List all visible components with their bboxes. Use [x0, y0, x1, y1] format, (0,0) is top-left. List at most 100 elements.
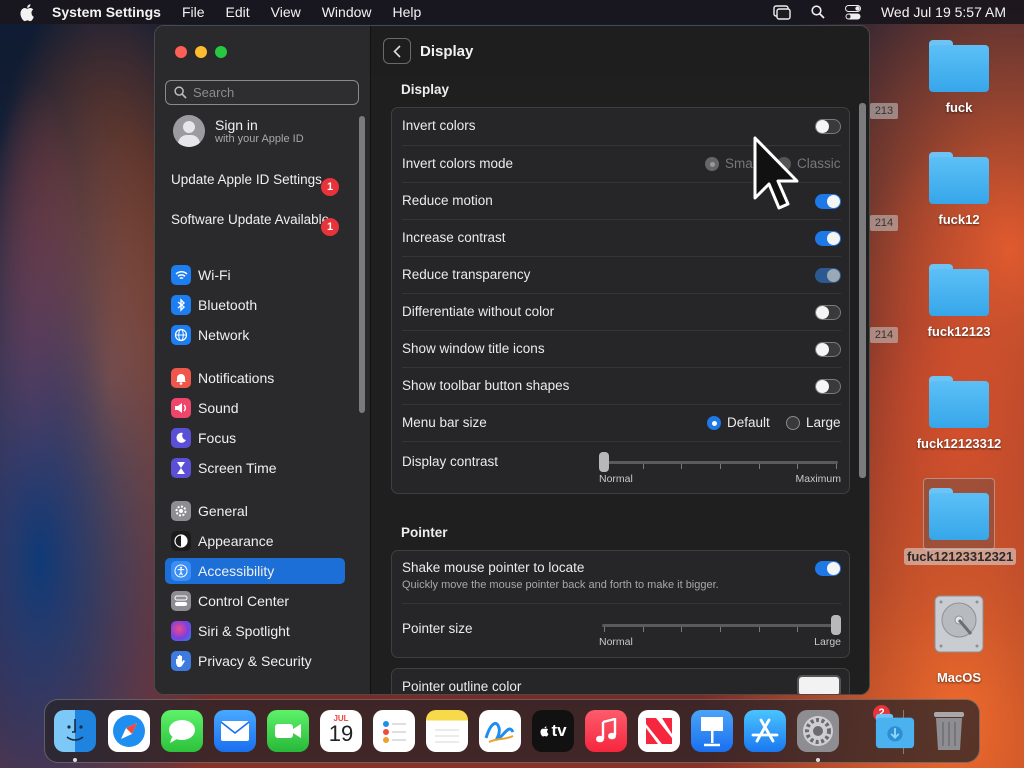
- show-window-title-icons-toggle[interactable]: [815, 342, 841, 357]
- background-window-number: 214: [870, 327, 898, 343]
- row-label: Show window title icons: [402, 341, 545, 356]
- dock-messages[interactable]: [161, 710, 203, 752]
- dock-facetime[interactable]: [267, 710, 309, 752]
- display-contrast-slider[interactable]: Normal Maximum: [599, 450, 841, 486]
- differentiate-without-color-toggle[interactable]: [815, 305, 841, 320]
- hand-icon: [171, 651, 191, 671]
- dock-notes[interactable]: [426, 710, 468, 752]
- menu-help[interactable]: Help: [393, 4, 422, 20]
- dock-news[interactable]: [638, 710, 680, 752]
- menu-file[interactable]: File: [182, 4, 205, 20]
- notes-icon: [435, 729, 459, 743]
- desktop-drive-macos[interactable]: MacOS: [904, 594, 1014, 685]
- sidebar-item-siri-spotlight[interactable]: Siri & Spotlight: [165, 618, 345, 644]
- slider-tick: [604, 627, 605, 632]
- apple-logo-icon[interactable]: [18, 2, 38, 22]
- desktop-folder-fuck12123[interactable]: fuck12123: [904, 264, 1014, 339]
- apple-id-signin[interactable]: Sign in with your Apple ID: [173, 115, 304, 147]
- minimize-window-button[interactable]: [195, 46, 207, 58]
- pointer-outline-color-well[interactable]: [797, 675, 841, 694]
- sidebar-item-general[interactable]: General: [165, 498, 345, 524]
- sidebar: Search Sign in with your Apple ID Update…: [155, 26, 371, 694]
- trash-icon: [934, 712, 964, 750]
- freeform-icon: [484, 721, 515, 743]
- increase-contrast-toggle[interactable]: [815, 231, 841, 246]
- spotlight-search-icon[interactable]: [811, 5, 825, 19]
- menu-clock[interactable]: Wed Jul 19 5:57 AM: [881, 4, 1006, 20]
- slider-thumb[interactable]: [831, 615, 841, 635]
- menu-app-name[interactable]: System Settings: [52, 4, 161, 20]
- dock-tv[interactable]: tv: [532, 710, 574, 752]
- close-window-button[interactable]: [175, 46, 187, 58]
- dock-reminders[interactable]: [373, 710, 415, 752]
- screen-mirroring-icon[interactable]: [773, 4, 791, 20]
- sidebar-item-control-center[interactable]: Control Center: [165, 588, 345, 614]
- zoom-window-button[interactable]: [215, 46, 227, 58]
- slider-min-label: Normal: [599, 636, 633, 648]
- row-show-window-title-icons: Show window title icons: [402, 330, 841, 367]
- content-scrollbar[interactable]: [859, 103, 866, 478]
- desktop-folder-fuck12123312321[interactable]: fuck12123312321: [904, 488, 1017, 566]
- reduce-motion-toggle[interactable]: [815, 194, 841, 209]
- invert-colors-toggle[interactable]: [815, 119, 841, 134]
- sidebar-item-sound[interactable]: Sound: [165, 395, 345, 421]
- dock-music[interactable]: [585, 710, 627, 752]
- sidebar-item-label: Siri & Spotlight: [198, 623, 290, 639]
- gear-icon: [171, 501, 191, 521]
- search-input[interactable]: Search: [165, 80, 359, 105]
- dock-trash[interactable]: [928, 710, 970, 752]
- speaker-icon: [171, 398, 191, 418]
- background-window-number: 214: [870, 215, 898, 231]
- sidebar-item-network[interactable]: Network: [165, 322, 345, 348]
- control-center-icon[interactable]: [844, 4, 861, 20]
- dock-system-settings[interactable]: [797, 710, 839, 752]
- sidebar-item-focus[interactable]: Focus: [165, 425, 345, 451]
- slider-tick: [720, 464, 721, 469]
- avatar: [173, 115, 205, 147]
- desktop-folder-fuck[interactable]: fuck: [904, 40, 1014, 115]
- software-update-available[interactable]: Software Update Available: [171, 212, 331, 228]
- slider-thumb[interactable]: [599, 452, 609, 472]
- row-show-toolbar-button-shapes: Show toolbar button shapes: [402, 367, 841, 404]
- slider-tick: [720, 627, 721, 632]
- menu-bar-size-default-radio[interactable]: Default: [707, 415, 770, 430]
- dock-mail[interactable]: [214, 710, 256, 752]
- dock-calendar[interactable]: JUL 19: [320, 710, 362, 752]
- dock-freeform[interactable]: [479, 710, 521, 752]
- dock-safari[interactable]: [108, 710, 150, 752]
- desktop-folder-fuck12123312[interactable]: fuck12123312: [904, 376, 1014, 451]
- sidebar-item-bluetooth[interactable]: Bluetooth: [165, 292, 345, 318]
- control-center-icon: [171, 591, 191, 611]
- shake-to-locate-toggle[interactable]: [815, 561, 841, 576]
- sidebar-item-accessibility[interactable]: Accessibility: [165, 558, 345, 584]
- menu-view[interactable]: View: [271, 4, 301, 20]
- row-reduce-transparency: Reduce transparency: [402, 256, 841, 293]
- sidebar-item-privacy-security[interactable]: Privacy & Security: [165, 648, 345, 674]
- signin-title: Sign in: [215, 117, 258, 133]
- sidebar-item-screen-time[interactable]: Screen Time: [165, 455, 345, 481]
- slider-tick: [797, 464, 799, 469]
- menu-window[interactable]: Window: [322, 4, 372, 20]
- row-label: Invert colors mode: [402, 156, 514, 171]
- sidebar-item-appearance[interactable]: Appearance: [165, 528, 345, 554]
- update-apple-id-settings[interactable]: Update Apple ID Settings: [171, 172, 331, 188]
- menu-bar-size-large-radio[interactable]: Large: [786, 415, 841, 430]
- menu-edit[interactable]: Edit: [226, 4, 250, 20]
- sidebar-item-notifications[interactable]: Notifications: [165, 365, 345, 391]
- show-toolbar-button-shapes-toggle[interactable]: [815, 379, 841, 394]
- page-title: Display: [420, 42, 474, 60]
- sidebar-item-wifi[interactable]: Wi-Fi: [165, 262, 345, 288]
- pointer-size-slider[interactable]: Normal Large: [599, 613, 841, 649]
- sidebar-scrollbar[interactable]: [359, 116, 365, 413]
- reduce-transparency-toggle[interactable]: [815, 268, 841, 283]
- dock-keynote[interactable]: [691, 710, 733, 752]
- back-button[interactable]: [383, 38, 411, 64]
- sidebar-item-label: Sound: [198, 400, 239, 416]
- dock-downloads[interactable]: [874, 710, 916, 752]
- slider-tick: [836, 464, 837, 469]
- update-badge: 1: [321, 178, 339, 196]
- hourglass-icon: [171, 458, 191, 478]
- dock-finder[interactable]: [54, 710, 96, 752]
- desktop-folder-fuck12[interactable]: fuck12: [904, 152, 1014, 227]
- dock-app-store[interactable]: [744, 710, 786, 752]
